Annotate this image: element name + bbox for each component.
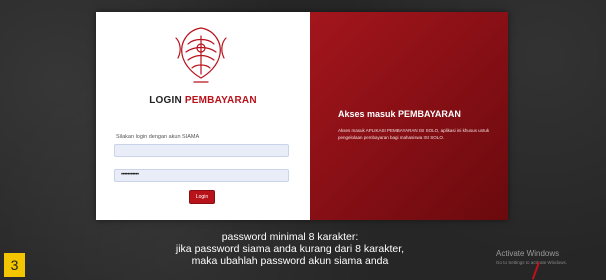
password-input[interactable]: ••••••••••• [114,169,289,182]
login-title-prefix: LOGIN [149,95,182,106]
access-info-panel: Akses masuk PEMBAYARAN Akses masuk APLIK… [310,12,508,220]
login-title-app: PEMBAYARAN [184,95,257,106]
login-button[interactable]: Login [189,190,215,204]
caption-line-3: maka ubahlah password akun siama anda [191,255,389,267]
activate-windows-subtitle: Go to Settings to activate Windows. [496,260,568,265]
password-value: ••••••••••• [121,172,139,178]
isi-solo-logo-icon [175,27,227,83]
activate-windows-title: Activate Windows [496,249,560,258]
caption-line-2: jika password siama anda kurang dari 8 k… [175,243,405,255]
caption-line-1: password minimal 8 karakter: [221,231,359,243]
login-panel: LOGIN PEMBAYARAN Silakan login dengan ak… [96,12,310,220]
instruction-caption: password minimal 8 karakter: jika passwo… [120,231,460,267]
access-title: Akses masuk PEMBAYARAN [338,109,461,119]
username-input[interactable] [114,144,289,157]
activate-windows-watermark: Activate Windows Go to Settings to activ… [496,249,567,265]
login-card: LOGIN PEMBAYARAN Silakan login dengan ak… [96,12,508,220]
slide-number-badge: 3 [4,253,25,277]
login-title: LOGIN PEMBAYARAN [96,95,310,106]
login-hint-text: Silakan login dengan akun SIAMA [116,134,200,140]
access-description: Akses masuk APLIKASI PEMBAYARAN ISI SOLO… [338,128,490,140]
